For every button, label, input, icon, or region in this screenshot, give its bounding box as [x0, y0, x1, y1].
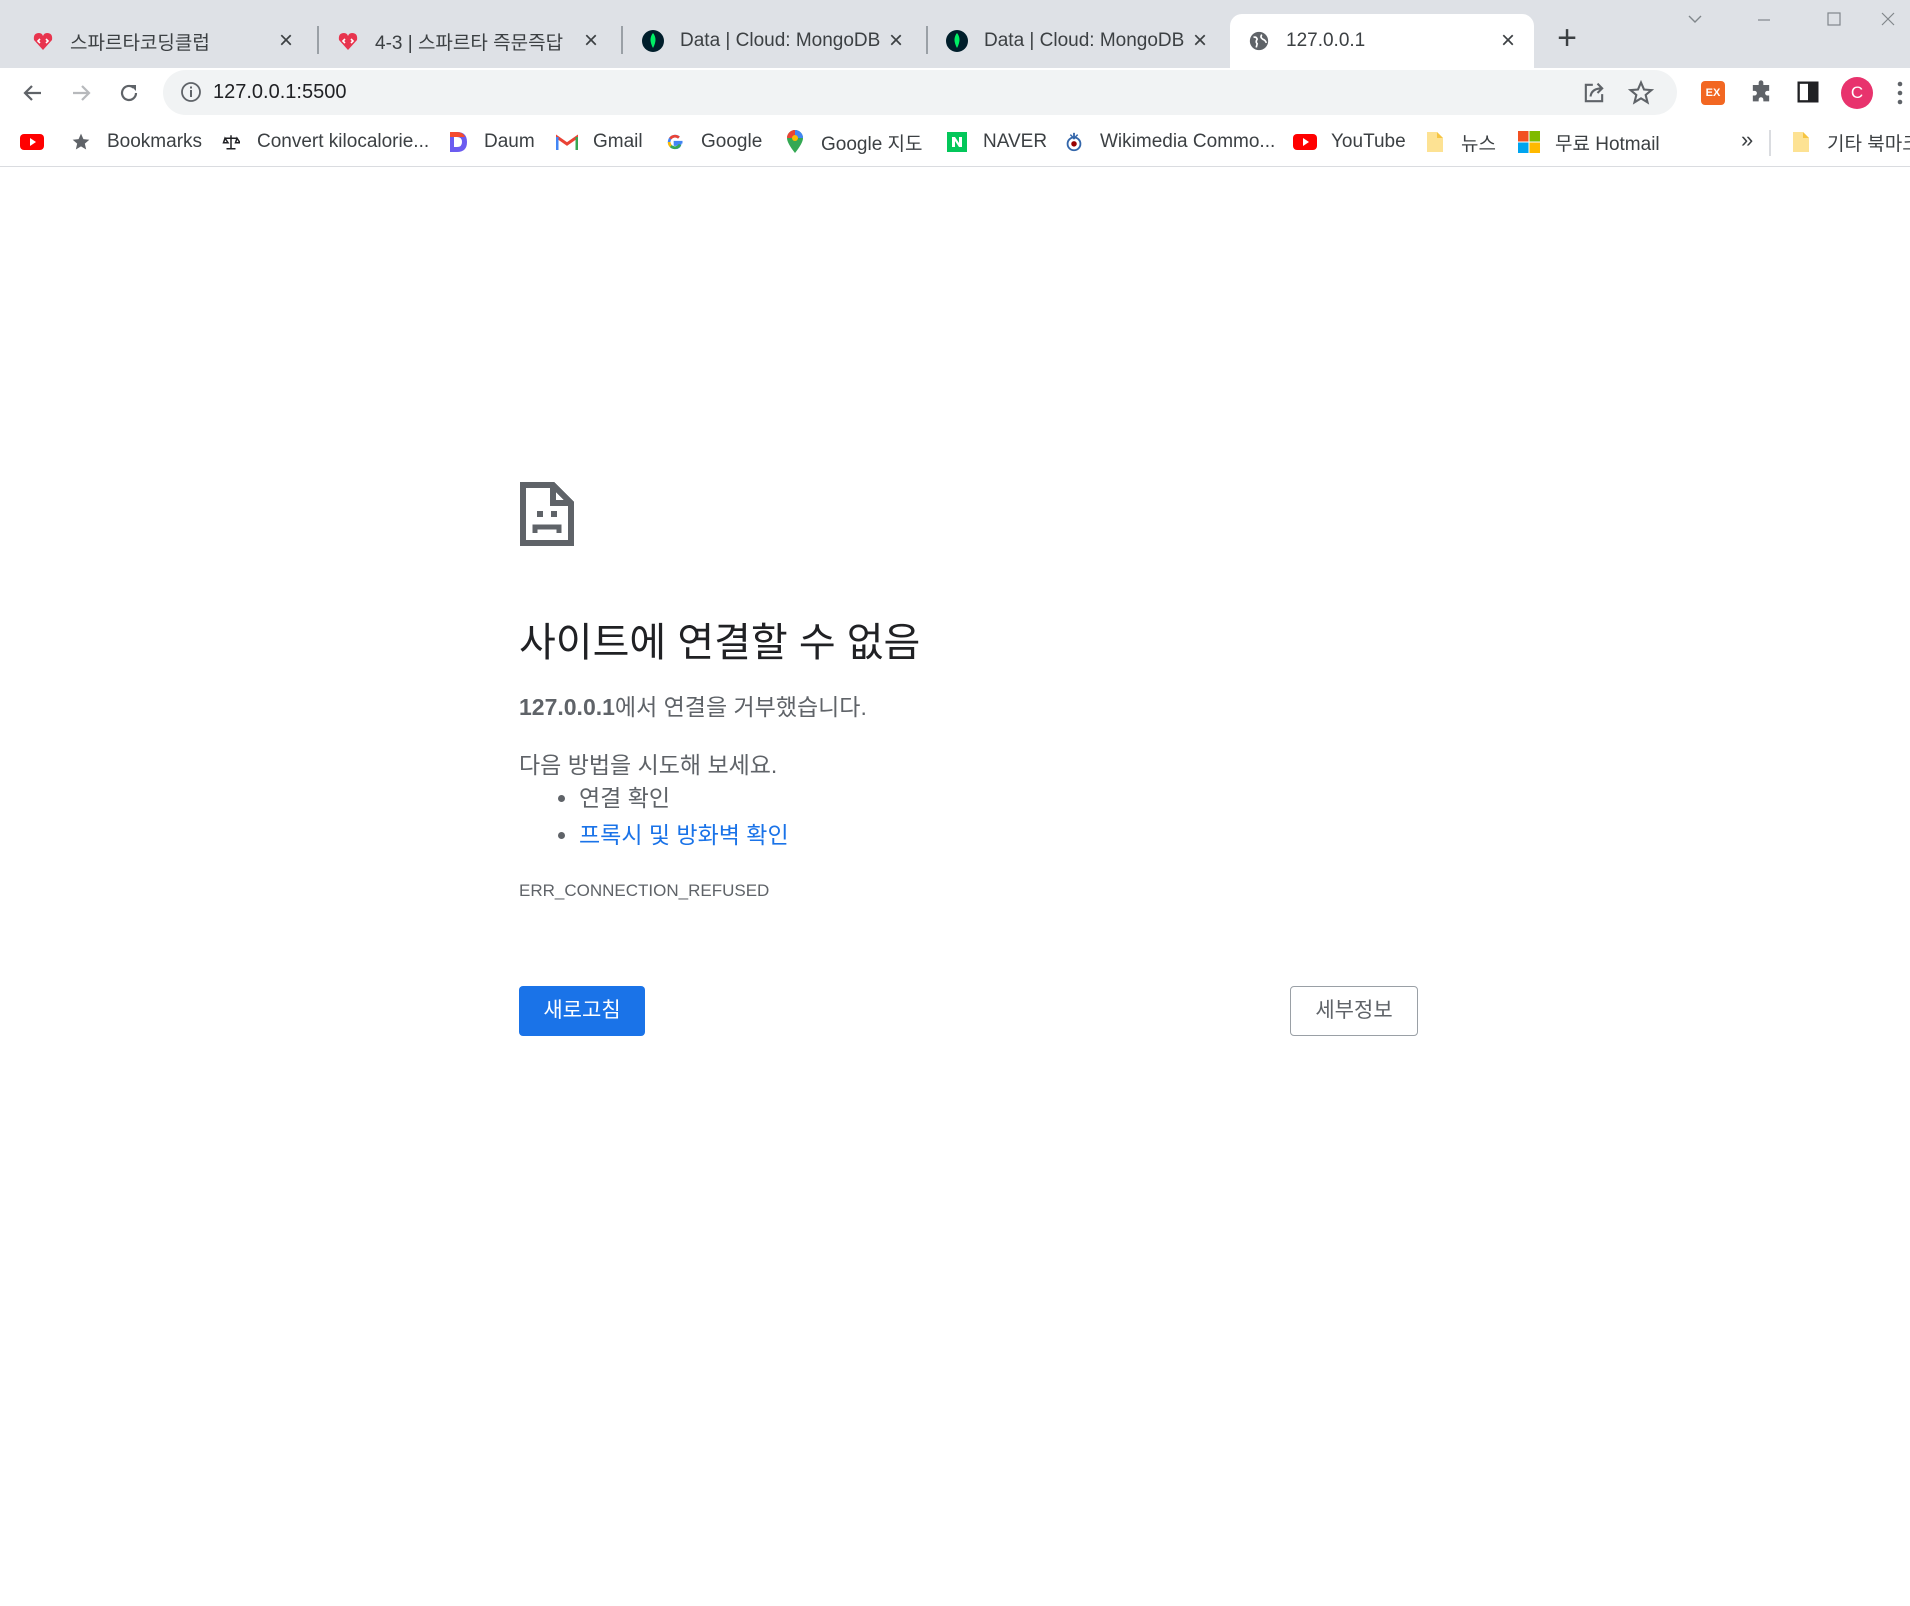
bookmarks-bar: Bookmarks Convert kilocalorie... Daum Gm… — [0, 118, 1910, 167]
bookmark-youtube[interactable]: YouTube — [1293, 127, 1406, 157]
sparta-logo-icon — [335, 28, 361, 54]
close-icon[interactable]: × — [1496, 29, 1520, 53]
bookmark-youtube-shortcut[interactable] — [20, 127, 44, 157]
sad-page-icon — [520, 482, 574, 546]
bookmark-label: Bookmarks — [107, 131, 203, 152]
close-icon[interactable]: × — [274, 29, 298, 53]
suggestion-link[interactable]: 프록시 및 방화벽 확인 — [579, 822, 789, 848]
bookmark-label: Google 지도 — [821, 133, 923, 155]
daum-icon — [446, 130, 470, 154]
tab-title: 127.0.0.1 — [1286, 30, 1366, 51]
menu-kebab-icon[interactable] — [1893, 78, 1907, 108]
tab-sparta-home[interactable]: 스파르타코딩클럽 × — [0, 14, 312, 68]
tab-title: 4-3 | 스파르타 즉문즉답 — [375, 32, 564, 54]
bookmark-label: NAVER — [983, 131, 1048, 152]
suggestion-check-connection: 연결 확인 — [579, 780, 789, 817]
tab-mongodb-1[interactable]: Data | Cloud: MongoDB Cloud × — [610, 14, 922, 68]
suggestion-text: 연결 확인 — [579, 785, 671, 811]
tab-title: Data | Cloud: MongoDB Cloud — [680, 30, 884, 51]
tab-sparta-qna[interactable]: 4-3 | 스파르타 즉문즉답 × — [305, 14, 617, 68]
bookmark-google[interactable]: Google — [663, 127, 762, 157]
folder-icon — [1789, 130, 1813, 154]
bookmark-hotmail[interactable]: 무료 Hotmail — [1517, 127, 1660, 157]
globe-icon — [1246, 28, 1272, 54]
arrow-right-icon — [73, 85, 91, 101]
bookmark-wikimedia[interactable]: Wikimedia Commo... — [1062, 127, 1275, 157]
bookmark-convert-kilocalorie[interactable]: Convert kilocalorie... — [219, 127, 429, 157]
bookmark-naver[interactable]: NAVER — [945, 127, 1047, 157]
ex-extension-icon[interactable]: EX — [1701, 81, 1725, 105]
youtube-icon — [20, 130, 44, 154]
arrow-left-icon — [23, 85, 41, 101]
close-window-button[interactable] — [1868, 10, 1908, 38]
reload-page-button[interactable]: 새로고침 — [519, 986, 645, 1036]
tab-title: Data | Cloud: MongoDB Cloud — [984, 30, 1188, 51]
address-bar[interactable]: 127.0.0.1:5500 — [163, 70, 1677, 115]
reload-button[interactable] — [112, 76, 146, 110]
bookmark-bookmarks[interactable]: Bookmarks — [69, 127, 202, 157]
bookmark-gmail[interactable]: Gmail — [555, 127, 643, 157]
details-button[interactable]: 세부정보 — [1290, 986, 1418, 1036]
close-icon[interactable]: × — [884, 29, 908, 53]
share-icon[interactable] — [1580, 79, 1608, 107]
tab-title: 스파르타코딩클럽 — [70, 32, 210, 54]
other-bookmarks-folder[interactable]: 기타 북마크 — [1789, 127, 1910, 157]
folder-icon — [1423, 130, 1447, 154]
bookmark-label: 기타 북마크 — [1827, 133, 1910, 155]
close-icon[interactable]: × — [579, 29, 603, 53]
youtube-icon — [1293, 130, 1317, 154]
bookmark-label: Wikimedia Commo... — [1100, 131, 1276, 152]
back-button[interactable] — [16, 76, 50, 110]
url-text[interactable]: 127.0.0.1:5500 — [213, 81, 346, 104]
extensions-puzzle-icon[interactable] — [1747, 78, 1775, 106]
profile-avatar[interactable]: C — [1841, 77, 1873, 109]
bookmark-google-maps[interactable]: Google 지도 — [783, 127, 923, 157]
bookmark-label: 뉴스 — [1461, 133, 1496, 155]
star-icon — [69, 130, 93, 154]
bookmarks-overflow-button[interactable]: » — [1741, 127, 1753, 153]
gmail-icon — [555, 130, 579, 154]
maximize-button[interactable] — [1814, 10, 1854, 38]
bookmark-label: Daum — [484, 131, 535, 152]
info-icon[interactable] — [179, 80, 203, 104]
minimize-button[interactable] — [1744, 10, 1784, 38]
wikimedia-icon — [1062, 130, 1086, 154]
close-icon[interactable]: × — [1188, 29, 1212, 53]
bookmark-label: YouTube — [1331, 131, 1406, 152]
suggestions-heading: 다음 방법을 시도해 보세요. — [519, 752, 778, 778]
google-icon — [663, 130, 687, 154]
bookmark-folder-news[interactable]: 뉴스 — [1423, 127, 1496, 157]
naver-icon — [945, 130, 969, 154]
mongodb-leaf-icon — [944, 28, 970, 54]
bookmark-daum[interactable]: Daum — [446, 127, 535, 157]
error-code: ERR_CONNECTION_REFUSED — [519, 881, 770, 900]
browser-toolbar: 127.0.0.1:5500 EX C — [0, 68, 1910, 118]
bookmark-label: Google — [701, 131, 763, 152]
tab-search-chevron-icon[interactable] — [1675, 10, 1715, 38]
tab-localhost[interactable]: 127.0.0.1 × — [1230, 14, 1534, 68]
sparta-logo-icon — [30, 28, 56, 54]
tab-strip: 스파르타코딩클럽 × 4-3 | 스파르타 즉문즉답 × Data | Clou… — [0, 0, 1910, 68]
bookmark-star-icon[interactable] — [1627, 79, 1655, 107]
new-tab-button[interactable]: + — [1551, 21, 1583, 55]
error-message-text: 에서 연결을 거부했습니다. — [614, 694, 867, 720]
google-maps-icon — [783, 130, 807, 154]
reload-icon — [120, 84, 138, 102]
suggestion-check-proxy-firewall[interactable]: 프록시 및 방화벽 확인 — [579, 817, 789, 854]
scale-icon — [219, 130, 243, 154]
side-panel-icon[interactable] — [1794, 78, 1822, 106]
forward-button[interactable] — [64, 76, 98, 110]
suggestions-list: 연결 확인 프록시 및 방화벽 확인 — [519, 780, 789, 854]
bookmark-label: 무료 Hotmail — [1555, 133, 1660, 155]
bookmarks-divider — [1769, 130, 1771, 156]
bookmark-label: Convert kilocalorie... — [257, 131, 430, 152]
error-title: 사이트에 연결할 수 없음 — [519, 621, 921, 665]
mongodb-leaf-icon — [640, 28, 666, 54]
tab-mongodb-2[interactable]: Data | Cloud: MongoDB Cloud × — [914, 14, 1226, 68]
error-message: 127.0.0.1에서 연결을 거부했습니다. — [519, 688, 867, 722]
microsoft-icon — [1517, 130, 1541, 154]
error-host: 127.0.0.1 — [519, 694, 615, 720]
bookmark-label: Gmail — [593, 131, 643, 152]
